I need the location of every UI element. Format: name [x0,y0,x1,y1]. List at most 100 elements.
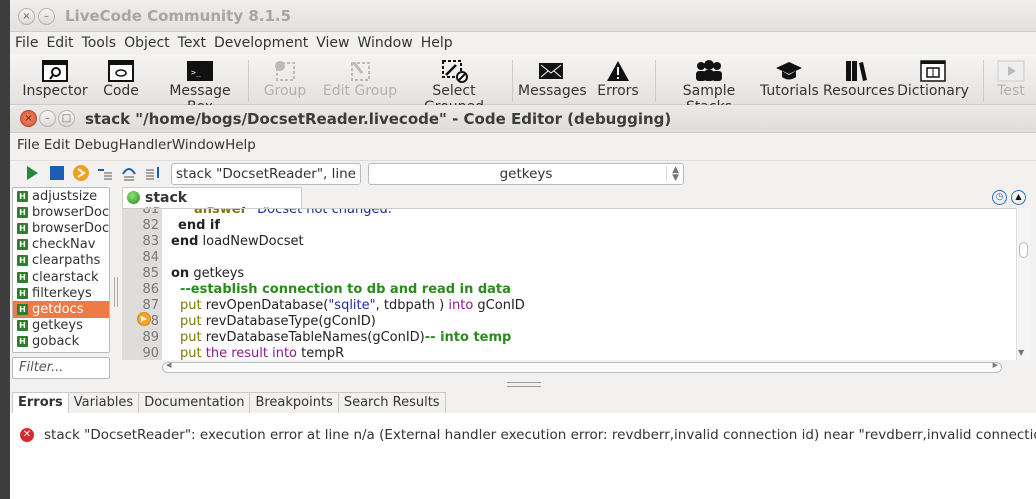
handler-filter-input[interactable]: Filter... [12,357,110,379]
panel-resize-handle[interactable] [507,382,541,387]
menu-tools[interactable]: Tools [77,32,120,51]
handler-item[interactable]: Hgetdocs [13,301,109,318]
run-icon[interactable] [23,164,41,182]
code-line-85: on getkeys [171,266,245,281]
line-number[interactable]: 86 [122,282,159,297]
code-line-89: put revDatabaseTableNames(gConID)-- into… [180,330,512,345]
step-out-icon[interactable] [120,164,138,182]
handler-item[interactable]: HcheckNav [13,237,109,253]
scroll-down-icon[interactable]: ▼ [1018,348,1024,357]
line-number[interactable]: 81 [122,209,159,217]
handler-item[interactable]: HbrowserDocu [13,204,109,220]
handler-icon: H [17,320,28,332]
menu-file[interactable]: File [10,32,41,51]
error-entry[interactable]: ✕ stack "DocsetReader": execution error … [20,427,1036,443]
dictionary-button[interactable]: Dictionary [896,59,970,99]
group-icon [260,59,310,83]
menu-text[interactable]: Text [173,32,209,51]
handler-icon: H [17,255,28,267]
code-line-86: --establish connection to db and read in… [180,282,511,297]
handler-combo[interactable]: getkeys ▲ ▼ [368,163,684,185]
tab-errors[interactable]: Errors [12,392,69,413]
tab-breakpoints[interactable]: Breakpoints [249,392,339,413]
edit-group-icon [322,59,398,83]
editor-maximize-button[interactable]: □ [58,110,75,127]
context-combo[interactable]: stack "DocsetReader", line 88 [171,163,361,185]
spinner-arrows-icon: ▲ ▼ [666,166,679,183]
line-number[interactable]: 82 [122,218,159,233]
error-icon: ✕ [20,428,34,442]
main-toolbar: Inspector Code >_Message Box Group Edit … [10,55,1036,115]
svg-text:>_: >_ [191,68,201,77]
editor-minimize-button[interactable]: – [39,110,56,127]
scroll-thumb[interactable] [1019,242,1028,258]
messages-button[interactable]: Messages [518,59,587,99]
tab-search-results[interactable]: Search Results [337,392,446,413]
script-editor[interactable]: 81 82 83 84 85 86 87 88 89 90 ▶ answer "Docset no… [122,208,1030,360]
code-button[interactable]: Code [98,59,144,99]
group-button[interactable]: Group [260,59,310,99]
step-over-icon[interactable] [96,164,114,182]
history-clock-icon[interactable]: ◷ [992,190,1007,205]
graduation-cap-icon [760,59,818,83]
app-title: LiveCode Community 8.1.5 [65,7,292,25]
code-line-87: put revOpenDatabase("sqlite", tdbpath ) … [180,298,525,313]
line-number[interactable]: 89 [122,330,159,345]
bottom-tab-bar: Errors Variables Documentation Breakpoin… [12,392,446,413]
handler-item[interactable]: Hclearstack [13,269,109,285]
code-editor-window: × – □ stack "/home/bogs/DocsetReader.liv… [10,105,1036,499]
envelope-icon [518,59,584,83]
handler-item[interactable]: Hfilterkeys [13,285,109,301]
horizontal-scrollbar[interactable]: ◀ ▶ [162,361,1002,373]
resources-button[interactable]: Resources [823,59,895,99]
handler-icon: H [17,222,28,234]
tab-variables[interactable]: Variables [67,392,140,413]
handler-item[interactable]: Hgoback [13,334,109,350]
close-button[interactable]: × [18,8,35,25]
handler-icon: H [17,190,28,202]
code-line-88: put revDatabaseType(gConID) [180,314,376,329]
menu-window[interactable]: Window [352,32,415,51]
menu-object[interactable]: Object [119,32,173,51]
warning-icon [596,59,640,83]
line-number[interactable]: 83 [122,234,159,249]
people-icon [663,59,755,83]
step-return-icon[interactable] [144,164,162,182]
line-number[interactable]: 87 [122,298,159,313]
pane-splitter[interactable] [114,277,118,307]
scroll-right-icon[interactable]: ▶ [993,361,998,369]
main-title-bar: × – LiveCode Community 8.1.5 [10,0,1036,32]
editor-close-button[interactable]: × [20,110,37,127]
handler-item[interactable]: HbrowserDocu [13,220,109,236]
menu-view[interactable]: View [311,32,352,51]
minimize-button[interactable]: – [38,8,55,25]
code-line-82: end if [178,218,221,233]
stop-icon[interactable] [48,164,66,182]
line-number[interactable]: 85 [122,266,159,281]
menu-edit[interactable]: Edit [41,32,76,51]
handler-item[interactable]: Hgetkeys [13,318,109,334]
tutorials-button[interactable]: Tutorials [760,59,819,99]
tab-documentation[interactable]: Documentation [138,392,251,413]
status-ok-icon [127,191,140,204]
scroll-left-icon[interactable]: ◀ [166,361,171,369]
step-into-icon[interactable] [72,164,90,182]
select-grouped-icon [404,59,504,83]
vertical-scrollbar[interactable]: ▼ [1016,208,1030,360]
errors-button[interactable]: Errors [596,59,640,99]
collapse-up-icon[interactable]: ▲ [1011,190,1026,205]
edit-group-button[interactable]: Edit Group [322,59,398,99]
inspector-button[interactable]: Inspector [15,59,95,99]
line-number[interactable]: 84 [122,250,159,265]
menu-help[interactable]: Help [416,32,456,51]
code-line-81: answer "Docset not changed." [194,208,398,217]
editor-menubar[interactable]: File Edit DebugHandlerWindowHelp [10,133,263,157]
script-tab[interactable]: stack "DocsetReader" [122,187,302,222]
line-number[interactable]: 90 [122,346,159,360]
handler-item[interactable]: Hadjustsize [13,188,109,204]
dictionary-icon [896,59,970,83]
menu-development[interactable]: Development [209,32,311,51]
handler-item[interactable]: Hclearpaths [13,253,109,269]
debug-toolbar: stack "DocsetReader", line 88 getkeys ▲ ▼ [10,160,1036,186]
test-button[interactable]: Test [992,59,1030,99]
